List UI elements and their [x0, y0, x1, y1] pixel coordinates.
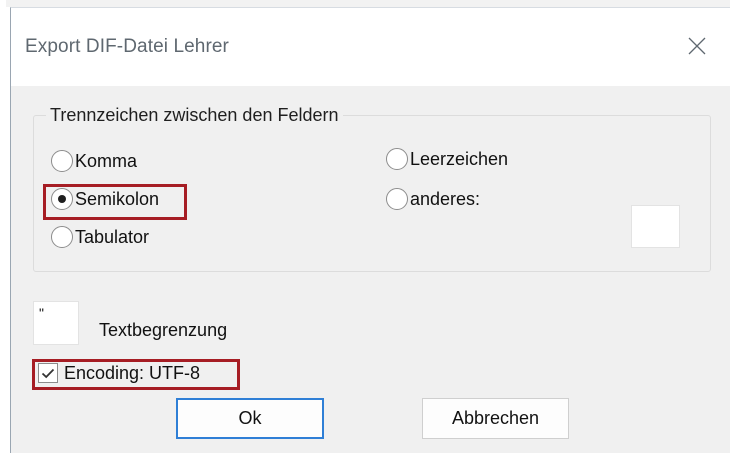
semikolon-highlight-box	[43, 184, 187, 220]
radio-option-komma[interactable]: Komma	[51, 149, 137, 173]
radio-option-leerzeichen[interactable]: Leerzeichen	[386, 147, 508, 171]
radio-label-komma: Komma	[75, 150, 138, 171]
title-bar: Export DIF-Datei Lehrer	[11, 8, 730, 86]
radio-label-anderes: anderes:	[410, 188, 481, 209]
background-strip	[6, 0, 730, 7]
dialog-content: Trennzeichen zwischen den Feldern Komma …	[11, 86, 730, 453]
cancel-button[interactable]: Abbrechen	[422, 398, 569, 439]
radio-option-anderes[interactable]: anderes:	[386, 187, 480, 211]
text-delimiter-input[interactable]: "	[33, 301, 79, 345]
dialog-title: Export DIF-Datei Lehrer	[25, 36, 229, 57]
radio-option-tabulator[interactable]: Tabulator	[51, 225, 149, 249]
close-icon[interactable]	[685, 34, 709, 58]
export-dialog: Export DIF-Datei Lehrer Trennzeichen zwi…	[10, 7, 730, 453]
text-delimiter-label: Textbegrenzung	[99, 320, 228, 340]
ok-button[interactable]: Ok	[176, 398, 324, 439]
radio-button-leerzeichen[interactable]	[386, 148, 408, 170]
radio-button-anderes[interactable]	[386, 188, 408, 210]
radio-label-tabulator: Tabulator	[75, 226, 150, 247]
custom-separator-input[interactable]	[631, 205, 680, 248]
radio-button-komma[interactable]	[51, 150, 73, 172]
radio-button-tabulator[interactable]	[51, 226, 73, 248]
separator-group-title: Trennzeichen zwischen den Feldern	[46, 105, 343, 126]
radio-label-leerzeichen: Leerzeichen	[410, 148, 509, 169]
encoding-highlight-box	[32, 359, 240, 390]
